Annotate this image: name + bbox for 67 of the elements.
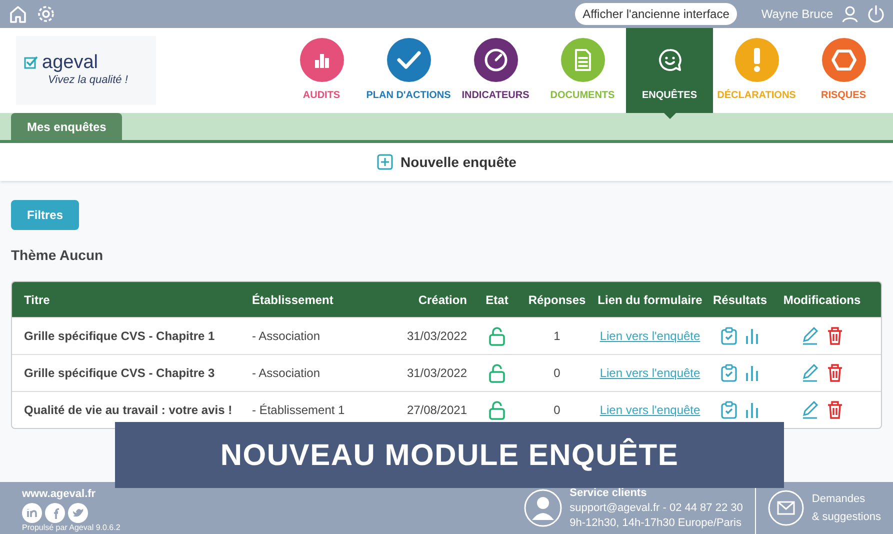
table-cell-text: - Association (252, 365, 322, 382)
table-cell-text: - Association (252, 328, 322, 345)
settings-icon[interactable] (36, 4, 56, 24)
plus-icon (376, 154, 393, 170)
exclamation-icon (752, 47, 762, 73)
logo-name: ageval (42, 52, 98, 72)
column-header: Résultats (712, 292, 768, 308)
bar-chart-icon[interactable] (745, 401, 759, 419)
home-icon[interactable] (8, 4, 28, 24)
twitter-icon[interactable] (68, 502, 88, 523)
column-header: Etat (484, 292, 510, 308)
table-cell-text: 0 (552, 365, 562, 382)
new-survey-button[interactable]: Nouvelle enquête (376, 152, 516, 172)
column-header: Modifications (782, 292, 862, 308)
table-cell-text: Grille spécifique CVS - Chapitre 3 (24, 365, 216, 382)
old-interface-button[interactable]: Afficher l'ancienne interface (574, 3, 738, 25)
column-header: Lien du formulaire (596, 292, 704, 308)
service-contact: support@ageval.fr - 02 44 87 22 30 (570, 500, 743, 516)
checkmark-icon (396, 49, 422, 71)
survey-link[interactable]: Lien vers l'enquête (600, 327, 700, 345)
user-name: Wayne Bruce (761, 6, 833, 23)
survey-link[interactable]: Lien vers l'enquête (600, 364, 700, 382)
powered-by-text: Propulsé par Ageval 9.0.6.2 (22, 524, 120, 532)
promo-banner: NOUVEAU MODULE ENQUÊTE (115, 422, 784, 488)
logo[interactable]: ageval Vivez la qualité ! (16, 36, 156, 105)
table-cell-text: 27/08/2021 (406, 402, 468, 419)
column-header: Création (417, 292, 468, 308)
table-cell-text: Qualité de vie au travail : votre avis ! (24, 402, 234, 419)
document-icon (572, 48, 592, 72)
trash-icon[interactable] (827, 327, 843, 345)
trash-icon[interactable] (827, 364, 843, 382)
website-link[interactable]: www.ageval.fr (22, 488, 120, 502)
table-cell-text: 0 (552, 402, 562, 419)
envelope-icon (768, 490, 804, 526)
theme-heading: Thème Aucun (11, 246, 104, 265)
bar-chart-icon[interactable] (745, 327, 759, 345)
power-icon[interactable] (867, 5, 885, 23)
table-cell-text: Grille spécifique CVS - Chapitre 1 (24, 328, 216, 345)
user-icon[interactable] (841, 5, 859, 23)
filters-button[interactable]: Filtres (11, 200, 80, 230)
tab[interactable]: Mes enquêtes (11, 113, 122, 140)
gauge-icon (482, 47, 508, 73)
clipboard-check-icon[interactable] (721, 401, 737, 419)
column-header: Réponses (527, 292, 587, 308)
hexagon-icon (830, 48, 856, 72)
edit-pencil-icon[interactable] (801, 327, 819, 345)
table-cell-text: 1 (552, 328, 562, 345)
logo-tagline: Vivez la qualité ! (48, 72, 129, 88)
edit-pencil-icon[interactable] (801, 364, 819, 382)
table-cell-text: 31/03/2022 (406, 328, 468, 345)
clipboard-check-icon[interactable] (721, 364, 737, 382)
clipboard-check-icon[interactable] (721, 327, 737, 345)
bar-chart-icon[interactable] (745, 364, 759, 382)
service-title: Service clients (570, 486, 648, 500)
edit-pencil-icon[interactable] (801, 401, 819, 419)
survey-link[interactable]: Lien vers l'enquête (600, 401, 700, 419)
column-header: Établissement (252, 292, 334, 308)
smiley-chat-icon (656, 47, 682, 73)
facebook-icon[interactable] (45, 502, 65, 523)
service-hours: 9h-12h30, 14h-17h30 Europe/Paris (570, 516, 743, 530)
column-header: Titre (24, 292, 51, 308)
trash-icon[interactable] (827, 401, 843, 419)
linkedin-icon[interactable] (22, 502, 42, 523)
checkbox-logo-icon (24, 55, 38, 70)
table-cell-text: - Établissement 1 (252, 402, 346, 419)
table-cell-text: 31/03/2022 (406, 365, 468, 382)
person-icon (524, 489, 562, 527)
